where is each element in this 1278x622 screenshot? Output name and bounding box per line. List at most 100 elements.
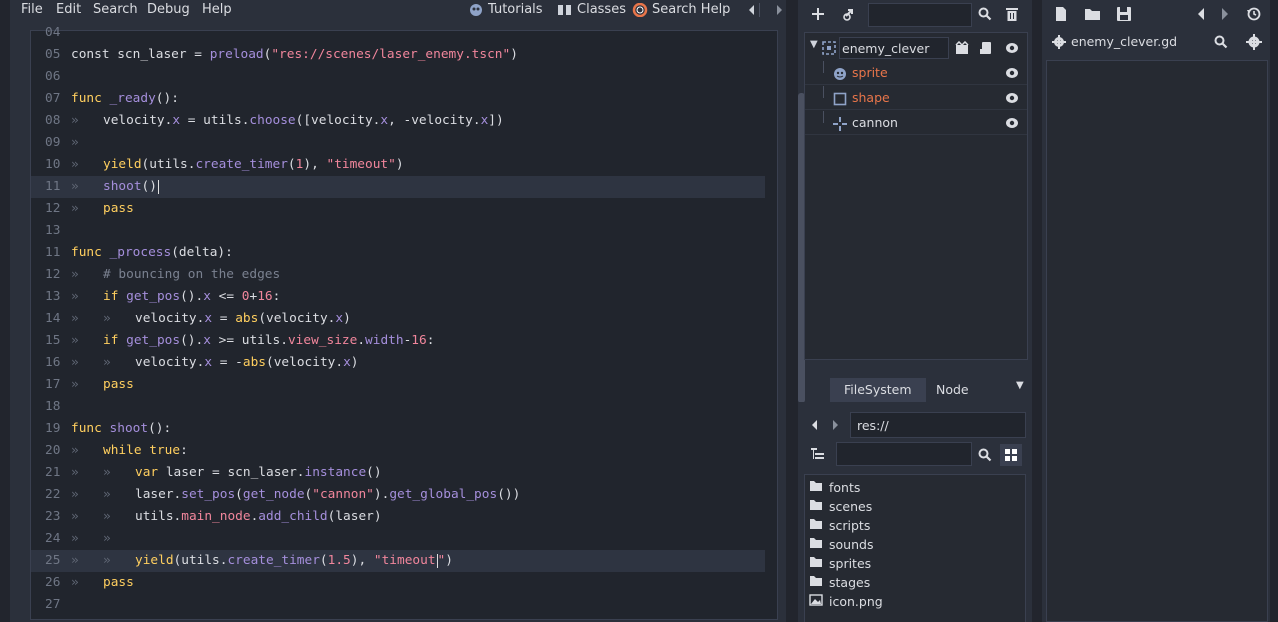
code-line[interactable]: 14 » » velocity.x = abs(velocity.x) xyxy=(31,308,765,330)
forward-arrow-icon[interactable] xyxy=(833,420,838,430)
next-arrow-icon[interactable] xyxy=(1220,7,1230,21)
code-line[interactable]: 21 » » var laser = scn_laser.instance() xyxy=(31,462,765,484)
history-icon[interactable] xyxy=(1246,6,1262,22)
fs-item[interactable]: scripts xyxy=(809,516,870,535)
fs-item-label: sounds xyxy=(829,537,874,552)
code-line[interactable]: 17 » pass xyxy=(31,374,765,396)
node-label: sprite xyxy=(852,65,888,80)
fs-item[interactable]: scenes xyxy=(809,497,872,516)
search-help-button[interactable]: Search Help xyxy=(632,2,730,17)
fs-item[interactable]: sounds xyxy=(809,535,873,554)
open-folder-icon[interactable] xyxy=(1084,6,1102,22)
code-line[interactable]: 18 xyxy=(31,396,765,418)
root-node-name[interactable]: enemy_clever xyxy=(839,37,949,59)
panel-divider[interactable] xyxy=(786,0,798,622)
instance-scene-icon[interactable] xyxy=(955,41,969,55)
code-line[interactable]: 13 » if get_pos().x <= 0+16: xyxy=(31,286,765,308)
fs-item-label: sprites xyxy=(829,556,872,571)
code-line[interactable]: 23 » » utils.main_node.add_child(laser) xyxy=(31,506,765,528)
path-input[interactable]: res:// xyxy=(850,412,1026,438)
tutorials-button[interactable]: Tutorials xyxy=(468,2,543,17)
indent-marker: » xyxy=(71,355,79,370)
code-line[interactable]: 08 » velocity.x = utils.choose([velocity.x… xyxy=(31,110,765,132)
code-line[interactable]: 05 const scn_laser = preload("res://scene… xyxy=(31,44,765,66)
search-icon[interactable] xyxy=(1214,35,1228,49)
indent-marker: » xyxy=(103,355,111,370)
fs-item[interactable]: sprites xyxy=(809,554,871,573)
image-file-icon xyxy=(809,594,823,609)
tab-node[interactable]: Node xyxy=(922,378,983,402)
forward-arrow-icon[interactable] xyxy=(777,5,782,15)
add-node-icon[interactable] xyxy=(810,6,826,22)
search-icon[interactable] xyxy=(978,7,992,21)
script-icon[interactable] xyxy=(979,41,993,55)
line-number: 11 xyxy=(45,179,61,194)
code-line[interactable]: 15 » if get_pos().x >= utils.view_size.wid… xyxy=(31,330,765,352)
code-line[interactable]: 27 xyxy=(31,594,765,616)
node-label: cannon xyxy=(852,115,898,130)
inspector-toolbar: enemy_clever.gd xyxy=(1042,0,1278,60)
grid-view-button[interactable] xyxy=(1000,444,1022,466)
tree-row-sprite[interactable]: sprite xyxy=(805,61,1027,85)
script-editor[interactable]: 04 05 const scn_laser = preload("res://sce… xyxy=(30,25,805,620)
code-line[interactable]: 10 » yield(utils.create_timer(1), "timeout… xyxy=(31,154,765,176)
menu-debug[interactable]: Debug xyxy=(147,2,190,17)
filesystem-list[interactable]: fonts scenes scripts sounds sprites stages ico… xyxy=(804,474,1026,622)
node2d-icon xyxy=(822,41,836,55)
code-line[interactable]: 24 » » xyxy=(31,528,765,550)
new-resource-icon[interactable] xyxy=(1054,6,1068,22)
visibility-eye-icon[interactable] xyxy=(1005,66,1019,80)
code-line[interactable]: 19 func shoot(): xyxy=(31,418,765,440)
code-line[interactable]: 12 » pass xyxy=(31,198,765,220)
classes-button[interactable]: Classes xyxy=(557,2,626,17)
menu-help[interactable]: Help xyxy=(202,2,232,17)
code-line[interactable]: 12 » # bouncing on the edges xyxy=(31,264,765,286)
menu-search[interactable]: Search xyxy=(93,2,138,17)
code-line[interactable]: 22 » » laser.set_pos(get_node("cannon").get… xyxy=(31,484,765,506)
back-arrow-icon[interactable] xyxy=(812,420,817,430)
link-icon[interactable] xyxy=(842,6,858,22)
fs-item[interactable]: fonts xyxy=(809,478,860,497)
code-line[interactable]: 09 » xyxy=(31,132,765,154)
panel-divider-2[interactable] xyxy=(1032,0,1042,622)
filesystem-search-input[interactable] xyxy=(836,442,972,466)
visibility-eye-icon[interactable] xyxy=(1005,116,1019,130)
code-line[interactable]: 11 func _process(delta): xyxy=(31,242,765,264)
save-icon[interactable] xyxy=(1116,6,1132,22)
code-line[interactable]: 16 » » velocity.x = -abs(velocity.x) xyxy=(31,352,765,374)
code-line[interactable]: 25 » » yield(utils.create_timer(1.5), "time… xyxy=(31,550,765,572)
tab-filesystem[interactable]: FileSystem xyxy=(830,378,926,402)
code-line[interactable]: 11 » shoot() xyxy=(31,176,765,198)
fs-item[interactable]: stages xyxy=(809,573,870,592)
code-line[interactable]: 04 xyxy=(31,22,765,44)
dock-menu-arrow-icon[interactable]: ▼ xyxy=(1016,380,1024,391)
settings-gear-icon[interactable] xyxy=(1246,34,1262,50)
trash-icon[interactable] xyxy=(1004,6,1020,22)
collapse-arrow-icon[interactable]: ▼ xyxy=(810,39,818,50)
tree-row-cannon[interactable]: cannon xyxy=(805,111,1027,135)
scene-filter-input[interactable] xyxy=(868,3,972,27)
menu-edit[interactable]: Edit xyxy=(56,2,81,17)
code-line[interactable]: 13 xyxy=(31,220,765,242)
scene-tree[interactable]: ▼ enemy_clever sprite shape cannon xyxy=(804,32,1028,360)
code-line[interactable]: 20 » while true: xyxy=(31,440,765,462)
grid-icon xyxy=(1005,449,1017,461)
menu-file[interactable]: File xyxy=(21,2,43,17)
tree-view-icon[interactable] xyxy=(810,447,826,461)
code-line[interactable]: 26 » pass xyxy=(31,572,765,594)
indent-marker: » xyxy=(71,179,79,194)
search-icon[interactable] xyxy=(978,448,992,462)
indent-marker: » xyxy=(71,311,79,326)
tree-row-root[interactable]: ▼ enemy_clever xyxy=(805,36,1027,60)
visibility-eye-icon[interactable] xyxy=(1005,91,1019,105)
prev-arrow-icon[interactable] xyxy=(1196,7,1206,21)
code-line[interactable]: 07 func _ready(): xyxy=(31,88,765,110)
code-line[interactable]: 06 xyxy=(31,66,765,88)
inspector-panel[interactable] xyxy=(1046,60,1268,622)
tree-row-shape[interactable]: shape xyxy=(805,86,1027,110)
line-number: 26 xyxy=(45,575,61,590)
back-arrow-icon[interactable] xyxy=(749,5,754,15)
visibility-eye-icon[interactable] xyxy=(1005,41,1019,55)
fs-item[interactable]: icon.png xyxy=(809,592,883,611)
line-number: 13 xyxy=(45,289,61,304)
